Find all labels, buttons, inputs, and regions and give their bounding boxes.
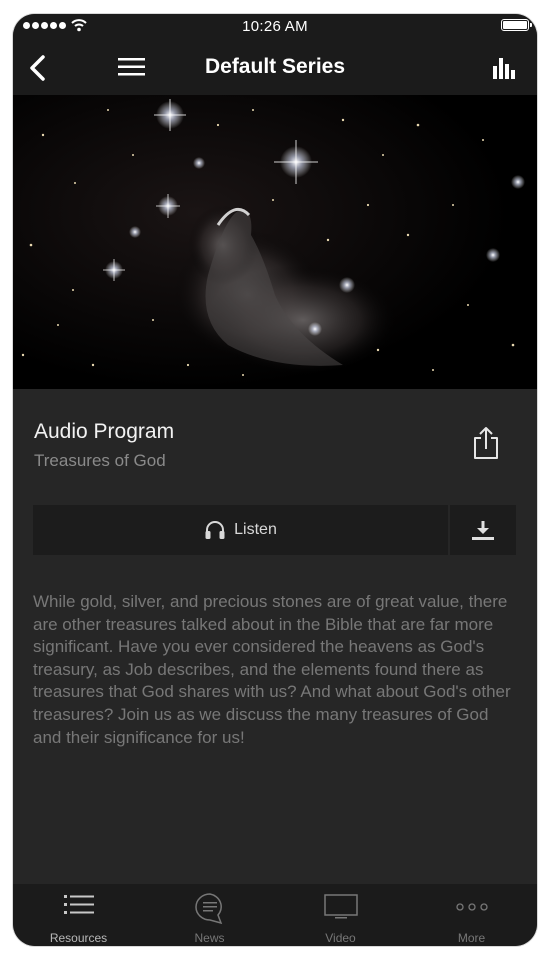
bar-chart-icon[interactable]	[491, 56, 519, 80]
navigation-bar: Default Series	[13, 40, 537, 95]
program-type-label: Audio Program	[34, 420, 175, 443]
battery-icon	[501, 19, 532, 31]
tab-news-label: News	[194, 931, 225, 945]
tab-video[interactable]: Video	[275, 884, 406, 946]
tv-icon	[323, 894, 358, 919]
headphones-icon	[205, 521, 225, 539]
listen-button[interactable]: Listen	[33, 505, 448, 555]
chat-bubble-icon	[194, 893, 222, 925]
share-icon[interactable]	[471, 425, 501, 461]
program-title: Treasures of God	[34, 451, 166, 470]
listen-label: Listen	[234, 521, 277, 538]
tab-resources-label: Resources	[49, 931, 108, 945]
list-icon	[63, 895, 94, 914]
status-time: 10:26 AM	[242, 18, 308, 35]
status-bar: 10:26 AM	[13, 14, 537, 40]
page-title: Default Series	[204, 55, 346, 78]
ellipsis-icon	[455, 903, 488, 911]
download-button[interactable]	[450, 505, 516, 555]
tab-resources[interactable]: Resources	[13, 884, 144, 946]
tab-video-label: Video	[325, 931, 356, 945]
tab-more[interactable]: More	[406, 884, 537, 946]
starfield-nebula-image	[13, 95, 537, 389]
tab-more-label: More	[457, 931, 486, 945]
program-description: While gold, silver, and precious stones …	[33, 592, 511, 747]
phone-frame: 10:26 AM Default Series Audio Program Tr…	[13, 14, 537, 946]
bottom-tab-bar: Resources News Video More	[13, 884, 537, 946]
download-icon	[472, 521, 494, 540]
hero-image	[13, 95, 537, 389]
tab-news[interactable]: News	[144, 884, 275, 946]
program-details: Audio Program Treasures of God Listen Wh…	[13, 389, 537, 884]
